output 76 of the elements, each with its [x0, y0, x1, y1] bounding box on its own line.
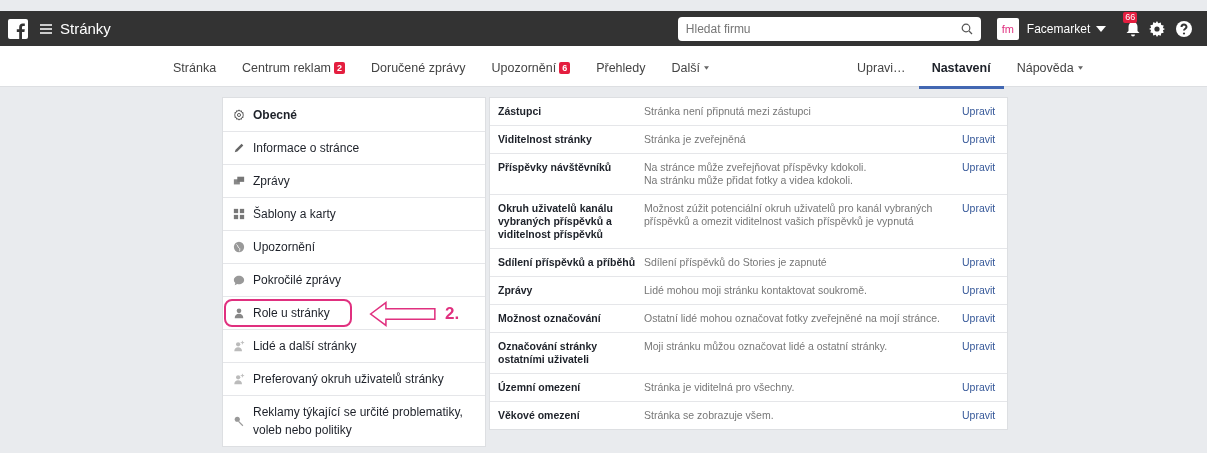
sidebar-item[interactable]: Pokročilé zprávy — [223, 263, 485, 296]
sidebar-item[interactable]: Zprávy — [223, 164, 485, 197]
nav-tab[interactable]: Další — [658, 46, 722, 89]
setting-name: Označování stránky ostatními uživateli — [498, 340, 599, 366]
person-icon — [233, 307, 245, 319]
person-plus-icon — [233, 373, 245, 385]
sidebar-item[interactable]: Role u stránky 2. — [223, 296, 485, 329]
grid-icon — [233, 208, 245, 220]
caret-icon — [1077, 65, 1083, 70]
speech-bubble-icon — [233, 274, 245, 286]
edit-link[interactable]: Upravit — [962, 381, 996, 394]
setting-name: Příspěvky návštěvníků — [498, 161, 613, 174]
sidebar-item[interactable]: Preferovaný okruh uživatelů stránky — [223, 362, 485, 395]
setting-value: Stránka se zobrazuje všem. — [644, 409, 775, 422]
gear-icon — [233, 108, 245, 121]
notification-badge: 66 — [1123, 11, 1138, 23]
caret-icon — [704, 65, 709, 70]
logo-icon[interactable] — [8, 18, 28, 39]
help-icon[interactable] — [1176, 20, 1193, 37]
sidebar-item[interactable]: Informace o stránce — [223, 131, 485, 164]
setting-value: Na stránce může zveřejňovat příspěvky kdokoli. Na stránku může přidat fotky a videa kdokoli. — [644, 161, 868, 187]
edit-link[interactable]: Upravit — [962, 161, 996, 174]
page-avatar[interactable]: fm — [996, 17, 1019, 40]
setting-name: Sdílení příspěvků a příběhů — [498, 256, 637, 269]
nav-tab[interactable]: Upozornění 6 — [478, 46, 584, 89]
edit-link[interactable]: Upravit — [962, 105, 996, 118]
setting-name: Zprávy — [498, 284, 534, 297]
setting-name: Viditelnost stránky — [498, 133, 593, 146]
step-number: 2. — [445, 303, 460, 324]
setting-name: Okruh uživatelů kanálu vybraných příspěvků a viditelnost příspěvků — [498, 202, 614, 241]
setting-value: Stránka je zveřejněná — [644, 133, 747, 146]
setting-value: Stránka není připnutá mezi zástupci — [644, 105, 812, 118]
sidebar-item[interactable]: Obecné — [223, 98, 485, 131]
edit-link[interactable]: Upravit — [962, 340, 996, 353]
bell-icon[interactable] — [1125, 20, 1142, 37]
sidebar-item[interactable]: Upozornění — [223, 230, 485, 263]
nav-tab[interactable]: Doručené zprávy — [358, 46, 479, 89]
setting-name: Věkové omezení — [498, 409, 581, 422]
nav-tab[interactable]: Nastavení — [918, 46, 1004, 89]
search-icon[interactable] — [960, 22, 973, 35]
globe-icon — [233, 241, 245, 253]
page-name[interactable]: Facemarket — [1026, 21, 1091, 36]
count-badge: 2 — [334, 61, 346, 74]
nav-tab[interactable]: Nápověda — [1003, 46, 1096, 89]
person-plus-icon — [233, 340, 245, 352]
edit-link[interactable]: Upravit — [962, 256, 996, 269]
edit-link[interactable]: Upravit — [962, 202, 996, 215]
nav-tab[interactable]: Přehledy — [583, 46, 659, 89]
setting-value: Stránka je viditelná pro všechny. — [644, 381, 796, 394]
edit-link[interactable]: Upravit — [962, 312, 996, 325]
app-title: Stránky — [60, 20, 111, 37]
nav-tab[interactable]: Upravi… — [844, 46, 919, 89]
nav-tab[interactable]: Centrum reklam 2 — [229, 46, 359, 89]
search-field[interactable]: Hledat firmu — [677, 16, 981, 41]
setting-name: Zástupci — [498, 105, 543, 118]
sidebar-item[interactable]: Šablony a karty — [223, 197, 485, 230]
setting-value: Možnost zúžit potenciální okruh uživatelů pro kanál vybraných příspěvků a omezit viditelnost vašich příspěvků je vypnutá — [644, 202, 934, 228]
edit-link[interactable]: Upravit — [962, 284, 996, 297]
key-icon — [233, 415, 245, 427]
setting-value: Sdílení příspěvků do Stories je zapnuté — [644, 256, 828, 269]
sidebar-item[interactable]: Lidé a další stránky — [223, 329, 485, 362]
setting-name: Územní omezení — [498, 381, 582, 394]
nav-tab[interactable]: Stránka — [160, 46, 230, 89]
sidebar-item[interactable]: Reklamy týkající se určité problematiky, voleb nebo politiky — [223, 395, 485, 446]
count-badge: 6 — [559, 61, 571, 74]
pencil-icon — [233, 142, 245, 154]
setting-value: Ostatní lidé mohou označovat fotky zveřejněné na mojí stránce. — [644, 312, 941, 325]
setting-value: Moji stránku můžou označovat lidé a ostatní stránky. — [644, 340, 889, 353]
setting-value: Lidé mohou moji stránku kontaktovat soukromě. — [644, 284, 868, 297]
edit-link[interactable]: Upravit — [962, 133, 996, 146]
setting-name: Možnost označování — [498, 312, 602, 325]
menu-icon[interactable] — [40, 23, 52, 34]
edit-link[interactable]: Upravit — [962, 409, 996, 422]
caret-icon[interactable] — [1096, 25, 1107, 32]
settings-icon[interactable] — [1149, 20, 1166, 37]
chat-icon — [233, 175, 245, 187]
